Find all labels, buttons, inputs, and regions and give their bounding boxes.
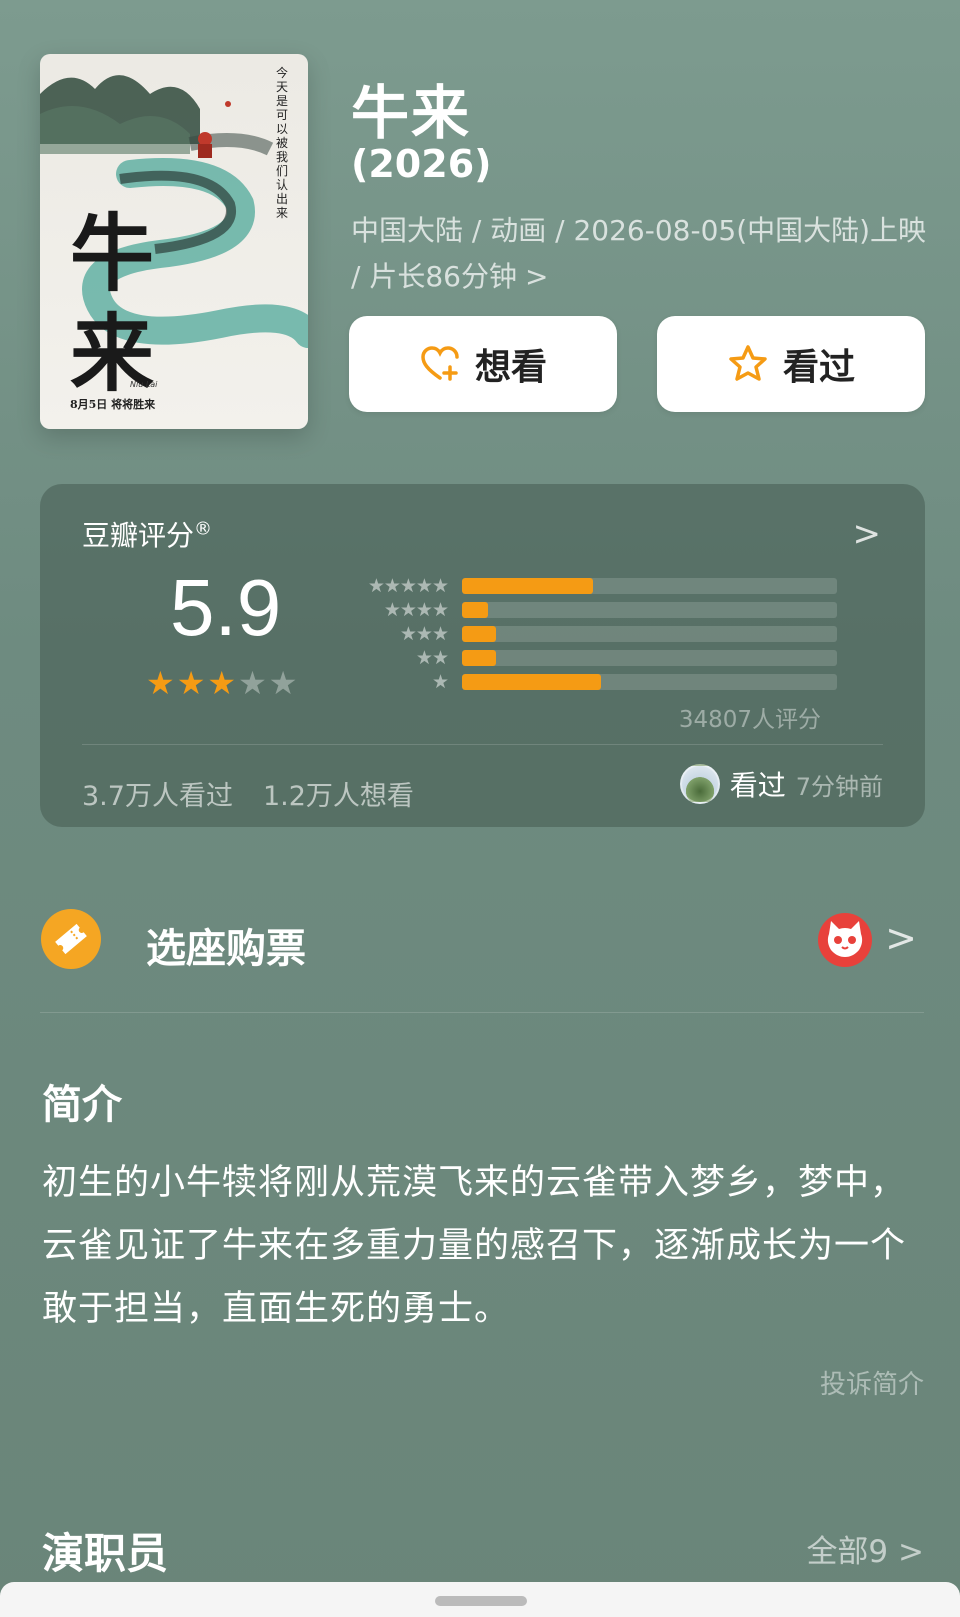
star-outline-icon — [729, 345, 767, 381]
recent-time: 7分钟前 — [795, 772, 883, 801]
recent-action: 看过 — [729, 769, 786, 802]
poster-calligraphy: 牛来 — [70, 204, 155, 403]
distribution-bar-track — [462, 650, 837, 666]
registered-mark: ® — [194, 518, 213, 540]
movie-poster[interactable]: 牛来 今天是可以被我们认出来 Niu Lai 8月5日 将将胜来 — [40, 54, 308, 429]
distribution-bar-track — [462, 674, 837, 690]
rating-score: 5.9 — [170, 563, 282, 652]
rating-source-label: 豆瓣评分 — [82, 519, 195, 552]
buy-tickets-row[interactable]: 选座购票 > — [40, 908, 925, 1004]
poster-date-line: 8月5日 将将胜来 — [70, 398, 156, 411]
chevron-right-icon[interactable]: > — [853, 514, 882, 554]
distribution-star-label: ★★★★ — [383, 599, 449, 621]
rating-distribution-row: ★★ — [330, 646, 837, 670]
watched-button[interactable]: 看过 — [657, 316, 925, 412]
avatar[interactable] — [679, 764, 720, 804]
distribution-star-label: ★★★★★ — [367, 575, 449, 597]
star-empty-icon: ★ — [268, 664, 300, 702]
movie-title: 牛来 — [351, 79, 472, 147]
distribution-bar-track — [462, 602, 837, 618]
buy-tickets-label: 选座购票 — [146, 926, 306, 972]
rating-distribution-row: ★★★ — [330, 622, 837, 646]
audience-stats: 3.7万人看过 1.2万人想看 — [82, 774, 414, 813]
want-to-watch-label: 想看 — [474, 347, 547, 388]
rating-stars: ★★★★★ — [146, 664, 299, 702]
ticket-icon — [41, 909, 101, 969]
cast-heading: 演职员 — [42, 1529, 169, 1578]
distribution-star-label: ★★★ — [399, 623, 449, 645]
chevron-right-icon: > — [885, 916, 917, 960]
chevron-right-icon: > — [524, 260, 549, 293]
watched-label: 看过 — [782, 347, 855, 388]
distribution-bar-fill — [462, 602, 489, 618]
rating-distribution-row: ★ — [330, 670, 837, 694]
distribution-bar-track — [462, 578, 837, 594]
movie-meta-text: 中国大陆 / 动画 / 2026-08-05(中国大陆)上映 / 片长86分钟 — [351, 214, 927, 293]
seen-count: 3.7万人看过 — [82, 781, 233, 812]
distribution-bar-fill — [462, 626, 496, 642]
distribution-bar-fill — [462, 578, 594, 594]
rating-card[interactable]: 豆瓣评分® > 5.9 ★★★★★ ★★★★★ ★★★★ ★★★ ★★ ★ 34807人… — [40, 484, 925, 827]
home-indicator-bar[interactable] — [435, 1596, 527, 1606]
rating-count: 34807人评分 — [678, 707, 821, 733]
poster-pinyin: Niu Lai — [130, 380, 158, 389]
bottom-sheet-handle-area — [0, 1582, 960, 1617]
star-filled-icon: ★ — [176, 664, 208, 702]
poster-vertical-caption: 今天是可以被我们认出来 — [276, 66, 289, 220]
distribution-star-label: ★ — [431, 671, 449, 693]
star-empty-icon: ★ — [238, 664, 269, 702]
divider — [40, 1012, 924, 1013]
distribution-bar-track — [462, 626, 837, 642]
movie-meta[interactable]: 中国大陆 / 动画 / 2026-08-05(中国大陆)上映 / 片长86分钟 > — [351, 208, 931, 300]
report-intro-link[interactable]: 投诉简介 — [820, 1364, 924, 1401]
rating-distribution-row: ★★★★★ — [330, 574, 837, 598]
divider — [82, 744, 883, 745]
intro-heading: 简介 — [42, 1082, 122, 1128]
distribution-bar-fill — [462, 650, 496, 666]
heart-plus-icon — [421, 346, 459, 381]
cast-all-link[interactable]: 全部9 > — [806, 1526, 924, 1571]
rating-card-title: 豆瓣评分® — [82, 514, 212, 554]
rating-distribution-row: ★★★★ — [330, 598, 837, 622]
rating-distribution: ★★★★★ ★★★★ ★★★ ★★ ★ — [330, 574, 837, 694]
want-count: 1.2万人想看 — [262, 781, 414, 812]
cat-logo-icon — [818, 913, 872, 967]
distribution-star-label: ★★ — [415, 647, 449, 669]
intro-text: 初生的小牛犊将刚从荒漠飞来的云雀带入梦乡，梦中，云雀见证了牛来在多重力量的感召下… — [42, 1163, 907, 1329]
star-filled-icon: ★ — [146, 664, 177, 702]
movie-year: (2026) — [351, 142, 492, 186]
recent-activity[interactable]: 看过 7分钟前 — [679, 764, 883, 804]
want-to-watch-button[interactable]: 想看 — [349, 316, 617, 412]
distribution-bar-fill — [462, 674, 601, 690]
star-filled-icon: ★ — [207, 664, 239, 702]
